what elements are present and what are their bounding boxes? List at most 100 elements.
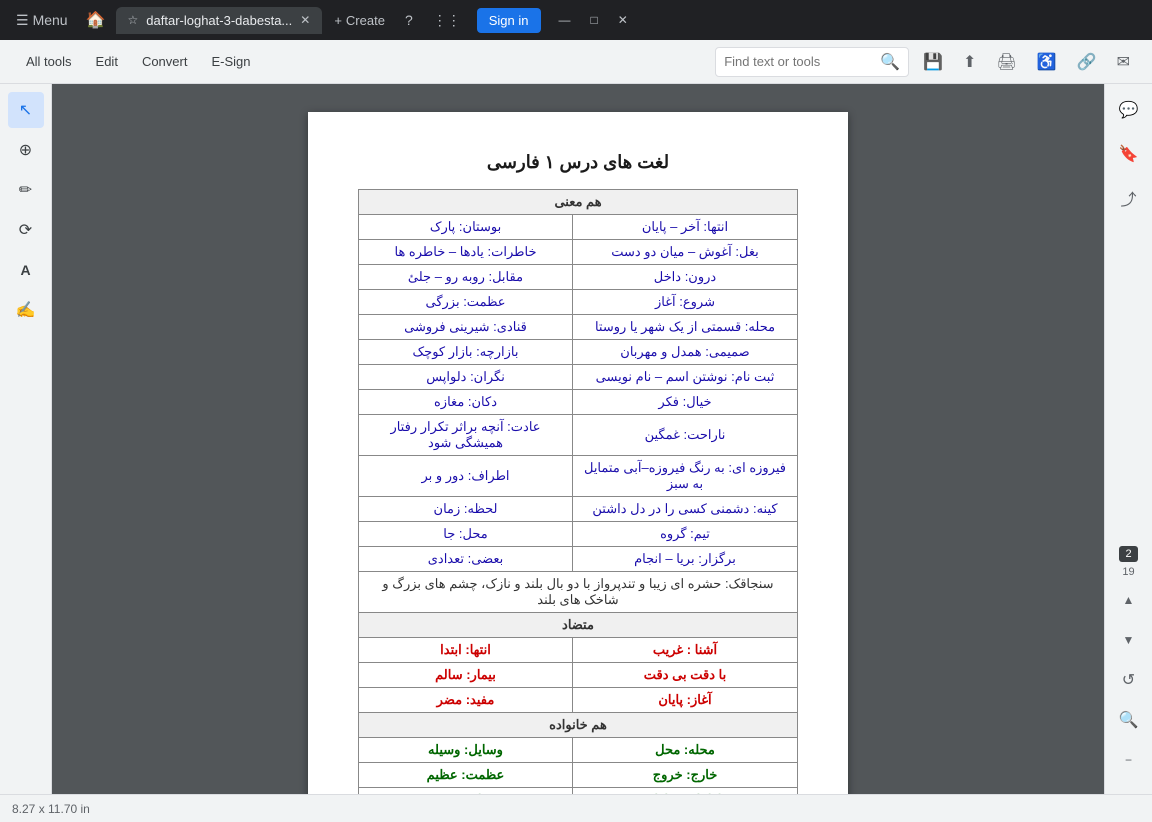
- all-tools-button[interactable]: All tools: [16, 48, 82, 75]
- tab-close-button[interactable]: ✕: [300, 13, 310, 27]
- refresh-button[interactable]: ↺: [1111, 662, 1147, 698]
- cell: آشنا : غریب: [573, 638, 798, 663]
- bookmark-panel-button[interactable]: 🔖: [1111, 136, 1147, 172]
- cell: تیم: گروه: [573, 522, 798, 547]
- pagination-area: 2 19 ▲ ▼ ↺ 🔍 −: [1111, 546, 1147, 786]
- sign-tool[interactable]: ✍: [8, 292, 44, 328]
- accessibility-button[interactable]: ♿: [1031, 46, 1063, 78]
- home-button[interactable]: 🏠: [82, 6, 110, 34]
- select-tool[interactable]: ↖: [8, 92, 44, 128]
- hamburger-icon: ☰: [16, 12, 29, 29]
- cell: دکان: مغازه: [359, 390, 573, 415]
- close-button[interactable]: ✕: [612, 11, 634, 29]
- page-title: لغت های درس ۱ فارسی: [358, 152, 798, 173]
- find-input[interactable]: [724, 54, 874, 69]
- left-sidebar: ↖ ⊕ ✏ ⟳ A ✍: [0, 84, 52, 794]
- cell: درون: داخل: [573, 265, 798, 290]
- upload-button[interactable]: ⬆: [957, 46, 982, 78]
- cell: بیمار: سالم: [359, 663, 573, 688]
- apps-button[interactable]: ⋮⋮: [429, 8, 465, 33]
- cell: محل: جا: [359, 522, 573, 547]
- table-row: بغل: آغوش – میان دو دست خاطرات: یادها – …: [359, 240, 798, 265]
- save-button[interactable]: 💾: [917, 46, 949, 78]
- table-row: با دقت بی دقت بیمار: سالم: [359, 663, 798, 688]
- cell: فیروزه ای: به رنگ فیروزه–آبی متمایل به س…: [573, 456, 798, 497]
- table-row: شروع: آغاز عظمت: بزرگی: [359, 290, 798, 315]
- cell: لحظه: زمان: [359, 497, 573, 522]
- pdf-page: لغت های درس ۱ فارسی هم معنی انتها: آخر –…: [308, 112, 848, 794]
- plus-icon: +: [334, 13, 342, 28]
- text-tool[interactable]: A: [8, 252, 44, 288]
- cell: ناراحت: غمگین: [573, 415, 798, 456]
- title-bar-right: ? ⋮⋮ Sign in — □ ✕: [401, 8, 634, 33]
- mail-button[interactable]: ✉: [1111, 46, 1136, 78]
- table-row: درون: داخل مقابل: روبه رو – جلئ: [359, 265, 798, 290]
- cell: حساس: حس: [359, 788, 573, 795]
- highlight-tool[interactable]: ✏: [8, 172, 44, 208]
- new-tab-button[interactable]: + Create: [326, 9, 393, 32]
- zoom-out-button[interactable]: −: [1111, 742, 1147, 778]
- window-controls: — □ ✕: [553, 11, 634, 29]
- pdf-viewer[interactable]: لغت های درس ۱ فارسی هم معنی انتها: آخر –…: [52, 84, 1104, 794]
- insert-tool[interactable]: ⊕: [8, 132, 44, 168]
- cell: شروع: آغاز: [573, 290, 798, 315]
- menu-label: Menu: [33, 12, 68, 28]
- menu-button[interactable]: ☰ Menu: [8, 8, 76, 33]
- main-area: ↖ ⊕ ✏ ⟳ A ✍ لغت های درس ۱ فارسی هم معنی …: [0, 84, 1152, 794]
- status-bar: 8.27 x 11.70 in: [0, 794, 1152, 822]
- cell: سنجاقک: حشره ای زیبا و تندپرواز با دو با…: [359, 572, 798, 613]
- cell: خاطرات: خاطره: [573, 788, 798, 795]
- share-panel-button[interactable]: ⤴: [1111, 180, 1147, 216]
- toolbar: All tools Edit Convert E-Sign 🔍 💾 ⬆ 🖨 ♿ …: [0, 40, 1152, 84]
- table-row: کینه: دشمنی کسی را در دل داشتن لحظه: زما…: [359, 497, 798, 522]
- print-button[interactable]: 🖨: [990, 46, 1022, 78]
- find-box: 🔍: [715, 47, 909, 77]
- cell: عادت: آنچه براثر تکرار رفتار همیشگی شود: [359, 415, 573, 456]
- active-tab[interactable]: ☆ daftar-loghat-3-dabesta... ✕: [116, 7, 323, 34]
- comment-panel-button[interactable]: 💬: [1111, 92, 1147, 128]
- cell: آغاز: پایان: [573, 688, 798, 713]
- total-pages: 19: [1122, 566, 1134, 578]
- table-row: خارج: خروج عظمت: عظیم: [359, 763, 798, 788]
- current-page: 2: [1119, 546, 1137, 562]
- maximize-button[interactable]: □: [585, 11, 604, 29]
- link-button[interactable]: 🔗: [1071, 46, 1103, 78]
- cell: ثبت نام: نوشتن اسم – نام نویسی: [573, 365, 798, 390]
- cell: برگزار: بریا – انجام: [573, 547, 798, 572]
- family-header: هم خانواده: [359, 713, 798, 738]
- table-row: فیروزه ای: به رنگ فیروزه–آبی متمایل به س…: [359, 456, 798, 497]
- page-up-button[interactable]: ▲: [1111, 582, 1147, 618]
- convert-button[interactable]: Convert: [132, 48, 198, 75]
- cell: محله: قسمتی از یک شهر یا روستا: [573, 315, 798, 340]
- table-row: آغاز: پایان مفید: مضر: [359, 688, 798, 713]
- minimize-button[interactable]: —: [553, 11, 577, 29]
- synonym-table: هم معنی انتها: آخر – پایان بوستان: پارک …: [358, 189, 798, 794]
- cell: بعضی: تعدادی: [359, 547, 573, 572]
- esign-button[interactable]: E-Sign: [201, 48, 260, 75]
- create-label: Create: [346, 13, 385, 28]
- cell: خارج: خروج: [573, 763, 798, 788]
- table-row: صمیمی: همدل و مهربان بازارچه: بازار کوچک: [359, 340, 798, 365]
- table-row-full: سنجاقک: حشره ای زیبا و تندپرواز با دو با…: [359, 572, 798, 613]
- help-button[interactable]: ?: [401, 8, 417, 32]
- cell: عظمت: بزرگی: [359, 290, 573, 315]
- sign-in-button[interactable]: Sign in: [477, 8, 541, 33]
- cell: صمیمی: همدل و مهربان: [573, 340, 798, 365]
- cell: عظمت: عظیم: [359, 763, 573, 788]
- table-row: محله: قسمتی از یک شهر یا روستا قنادی: شی…: [359, 315, 798, 340]
- cell: بازارچه: بازار کوچک: [359, 340, 573, 365]
- cell: اطراف: دور و بر: [359, 456, 573, 497]
- table-row: محله: محل وسایل: وسیله: [359, 738, 798, 763]
- draw-tool[interactable]: ⟳: [8, 212, 44, 248]
- tab-title: daftar-loghat-3-dabesta...: [146, 13, 292, 28]
- page-down-button[interactable]: ▼: [1111, 622, 1147, 658]
- search-icon: 🔍: [880, 52, 900, 72]
- table-row: تیم: گروه محل: جا: [359, 522, 798, 547]
- zoom-in-button[interactable]: 🔍: [1111, 702, 1147, 738]
- cell: بوستان: پارک: [359, 215, 573, 240]
- toolbar-right: 🔍 💾 ⬆ 🖨 ♿ 🔗 ✉: [715, 46, 1136, 78]
- cell: با دقت بی دقت: [573, 663, 798, 688]
- edit-button[interactable]: Edit: [86, 48, 128, 75]
- cell: محله: محل: [573, 738, 798, 763]
- table-row: خیال: فکر دکان: مغازه: [359, 390, 798, 415]
